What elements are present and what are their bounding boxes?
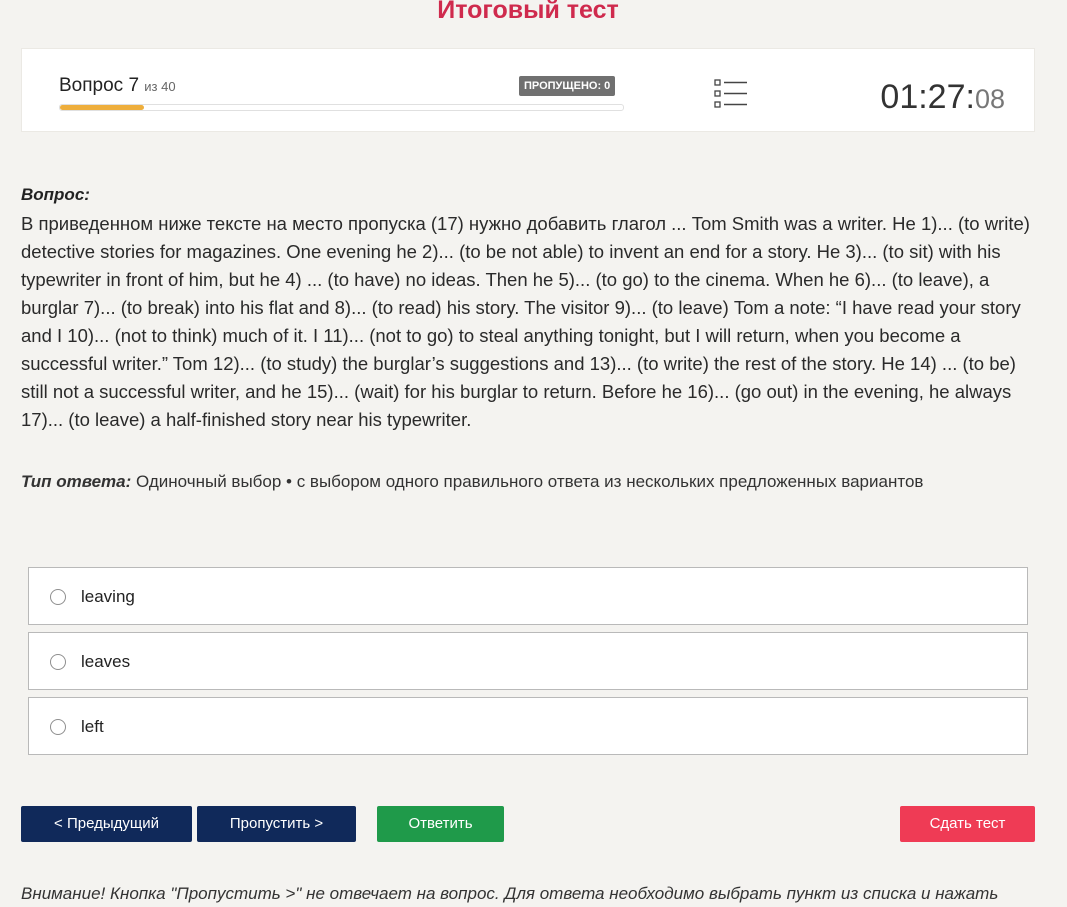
timer-main: 01:27: [880,78,975,116]
status-panel: Вопрос 7 из 40 ПРОПУЩЕНО: 0 01:27:08 [21,48,1035,132]
progress-bar [59,104,624,111]
progress-fill [60,105,145,110]
list-icon [714,79,747,108]
answer-type: Тип ответа: Одиночный выбор • с выбором … [21,472,923,492]
radio-button[interactable] [50,654,66,670]
question-list-button[interactable] [714,79,748,109]
question-counter: Вопрос 7 из 40 [59,75,176,97]
answer-button[interactable]: Ответить [377,806,504,842]
option-label: leaves [81,652,131,671]
option-label: leaving [81,587,135,606]
answer-option[interactable]: leaving [28,567,1028,625]
radio-button[interactable] [50,719,66,735]
skip-warning-notice: Внимание! Кнопка "Пропустить >" не отвеч… [21,884,999,903]
answer-option[interactable]: leaves [28,632,1028,690]
question-label: Вопрос: [21,185,90,204]
answer-option[interactable]: left [28,697,1028,755]
skipped-badge: ПРОПУЩЕНО: 0 [519,76,616,96]
question-number: Вопрос 7 [59,75,140,96]
submit-test-button[interactable]: Сдать тест [900,806,1035,842]
question-text: В приведенном ниже тексте на место пропу… [21,213,1030,430]
option-label: left [81,717,104,736]
skip-button[interactable]: Пропустить > [197,806,356,842]
answer-type-label: Тип ответа: [21,472,132,491]
timer: 01:27:08 [880,77,1005,119]
previous-button[interactable]: < Предыдущий [21,806,192,842]
radio-button[interactable] [50,589,66,605]
answer-type-value: Одиночный выбор • с выбором одного прави… [136,472,924,491]
timer-seconds: 08 [974,84,1005,114]
page-title: Итоговый тест [437,0,619,24]
question-total: из 40 [144,79,176,94]
